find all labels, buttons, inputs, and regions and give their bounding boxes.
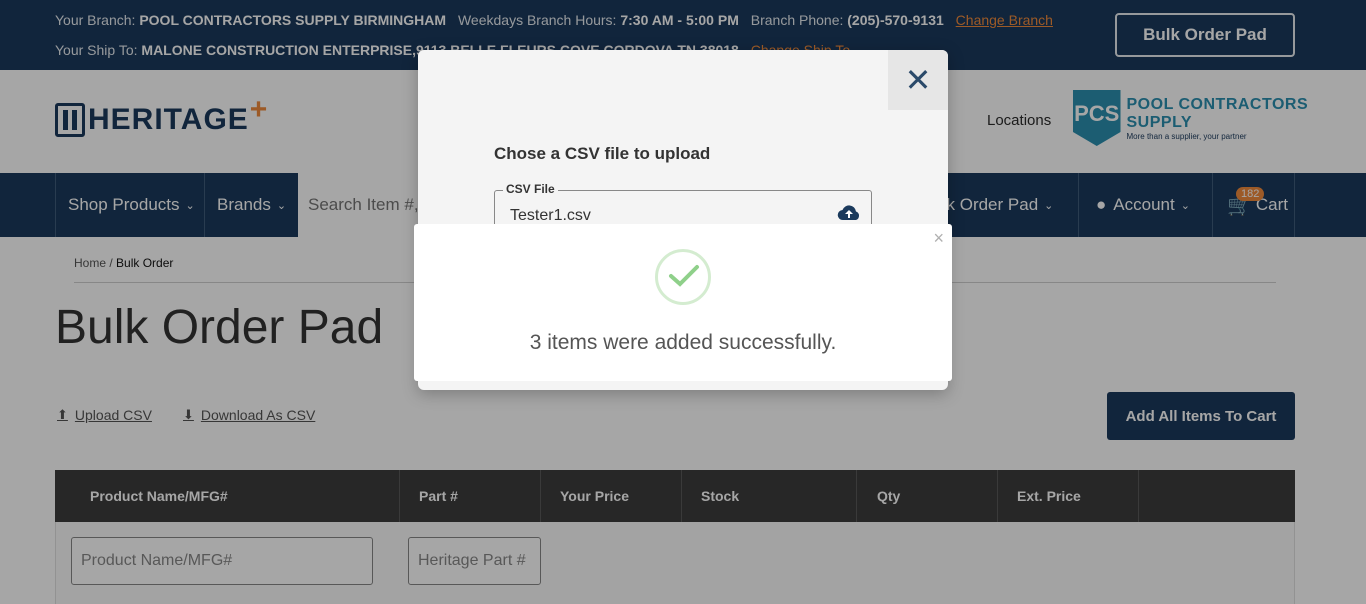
close-icon[interactable]: × [933, 228, 944, 249]
checkmark-icon [669, 265, 699, 287]
check-circle-icon [655, 249, 711, 305]
csv-file-value: Tester1.csv [510, 207, 591, 224]
upload-dialog-title: Chose a CSV file to upload [494, 144, 711, 163]
success-message: 3 items were added successfully. [529, 331, 837, 354]
cloud-upload-icon[interactable] [837, 205, 861, 221]
close-icon[interactable]: ✕ [888, 50, 948, 110]
csv-file-label: CSV File [503, 182, 558, 196]
success-dialog: × 3 items were added successfully. [414, 224, 952, 381]
